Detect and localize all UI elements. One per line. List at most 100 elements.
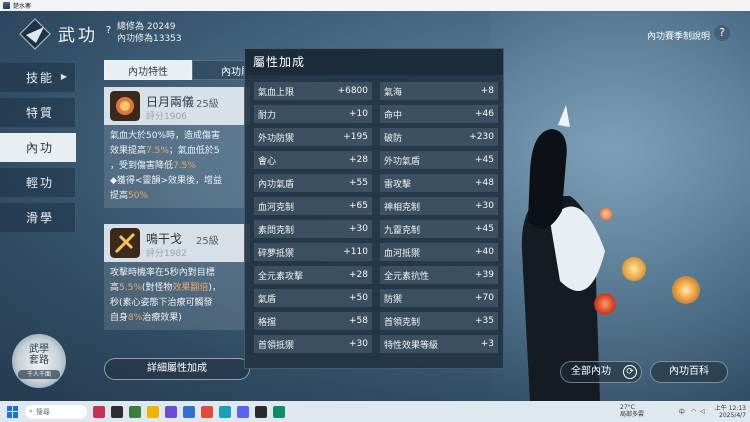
attribute-value: +28	[349, 270, 368, 280]
attribute-row: 內功氣盾 +55	[254, 174, 372, 192]
attribute-name: 全元素抗性	[384, 271, 430, 282]
martial-route-button[interactable]: 武學 套路 千人千面	[12, 334, 66, 388]
taskbar-app-icon[interactable]	[237, 405, 249, 418]
attribute-name: 氣海	[384, 87, 403, 98]
attribute-row: 神相克制 +30	[380, 197, 498, 215]
nav-item-traits[interactable]: 特質	[0, 98, 76, 127]
attribute-value: +8	[480, 86, 494, 96]
date: 2025/4/7	[719, 411, 746, 419]
search-icon: ⌕	[29, 407, 33, 415]
attribute-value: +195	[343, 132, 368, 142]
skill-level: 25級	[196, 99, 219, 110]
taskbar-app-icon[interactable]	[273, 405, 285, 418]
taskbar-app-icon[interactable]	[219, 405, 231, 418]
volume-icon[interactable]: ◁	[700, 408, 705, 415]
attribute-name: 破防	[384, 133, 403, 144]
route-line2: 套路	[29, 355, 49, 366]
martial-arts-emblem-icon	[19, 18, 51, 50]
all-inner-label: 全部內功	[571, 366, 611, 377]
fire-orb	[594, 293, 616, 315]
attribute-row: 素問克制 +30	[254, 220, 372, 238]
attribute-name: 氣盾	[258, 294, 277, 305]
attribute-row: 首領抵禦 +30	[254, 335, 372, 353]
window-title: 楚水寨	[13, 3, 32, 10]
page-title: 武功	[58, 26, 98, 46]
season-rules-link[interactable]: 內功賽季制說明	[647, 29, 710, 42]
attribute-row: 外功氣盾 +45	[380, 151, 498, 169]
attribute-name: 碎夢抵禦	[258, 248, 295, 259]
weather-widget[interactable]: 27°C 局部多雲	[620, 404, 644, 418]
taskbar-app-icon[interactable]	[183, 405, 195, 418]
input-language[interactable]: 中	[679, 407, 685, 416]
nav-item-inner-skill[interactable]: 內功	[0, 133, 76, 162]
attribute-row: 首領克制 +35	[380, 312, 498, 330]
attribute-name: 耐力	[258, 110, 277, 121]
attribute-name: 血河克制	[258, 202, 295, 213]
skill-name: 鳴干戈	[146, 232, 183, 246]
weather-temp: 27°C	[620, 404, 635, 411]
skill-card[interactable]: 日月兩儀 25級 評分1906 氣血大於50%時，造成傷害 效果提高7.5%；氣…	[104, 87, 250, 208]
taskbar-app-icon[interactable]	[147, 405, 159, 418]
taskbar-search[interactable]: ⌕ 搜尋	[25, 404, 87, 419]
attribute-row: 血河抵禦 +40	[380, 243, 498, 261]
nav-item-glide[interactable]: 滑學	[0, 203, 76, 232]
attribute-value: +39	[475, 270, 494, 280]
season-help-icon[interactable]: ?	[714, 25, 730, 41]
all-inner-skills-button[interactable]: 全部內功 ⟳	[560, 361, 642, 383]
fire-orb	[600, 208, 612, 220]
attribute-row: 氣盾 +50	[254, 289, 372, 307]
attribute-value: +70	[475, 293, 494, 303]
attribute-value: +10	[349, 109, 368, 119]
taskbar-app-icon[interactable]	[129, 405, 141, 418]
attribute-row: 血河克制 +65	[254, 197, 372, 215]
attribute-name: 神相克制	[384, 202, 421, 213]
nav-item-lightness[interactable]: 輕功	[0, 168, 76, 197]
attribute-value: +30	[475, 201, 494, 211]
attribute-name: 格擋	[258, 317, 277, 328]
attribute-bonus-panel: 屬性加成 氣血上限 +6800 氣海 +8 耐力 +10 命中 +46 外功防禦 +195 破防 +2…	[244, 48, 504, 369]
sun-moon-skill-icon	[110, 91, 140, 121]
help-icon[interactable]: ?	[102, 24, 115, 37]
time: 上午 12:13	[714, 404, 746, 412]
detailed-attributes-button[interactable]: 詳細屬性加成	[104, 358, 250, 380]
route-subtitle: 千人千面	[18, 370, 60, 379]
wifi-icon[interactable]: ◠	[691, 408, 696, 415]
attribute-value: +48	[475, 178, 494, 188]
attribute-name: 外功氣盾	[384, 156, 421, 167]
taskbar-app-icon[interactable]	[201, 405, 213, 418]
attribute-row: 全元素攻擊 +28	[254, 266, 372, 284]
skill-name: 日月兩儀	[146, 95, 195, 109]
taskbar-app-icon[interactable]	[93, 405, 105, 418]
fire-orb	[622, 257, 646, 281]
attribute-value: +230	[469, 132, 494, 142]
tab-inner-traits[interactable]: 內功特性	[104, 60, 192, 80]
nav-label: 滑學	[26, 211, 55, 225]
attribute-value: +35	[475, 316, 494, 326]
attribute-row: 碎夢抵禦 +110	[254, 243, 372, 261]
chevron-right-icon: ▶	[60, 72, 69, 81]
attribute-row: 破防 +230	[380, 128, 498, 146]
refresh-icon[interactable]: ⟳	[623, 365, 637, 379]
taskbar-app-icon[interactable]	[165, 405, 177, 418]
skill-card[interactable]: 鳴干戈 25級 評分1982 攻擊時機率在5秒內對目標 高5.5%(對怪物效果翻…	[104, 224, 250, 330]
nav-item-skills[interactable]: 技能 ▶	[0, 63, 76, 92]
windows-start-icon[interactable]	[7, 405, 19, 418]
attribute-name: 全元素攻擊	[258, 271, 304, 282]
skill-header: 日月兩儀 25級 評分1906	[104, 87, 250, 125]
inner-skill-wiki-button[interactable]: 內功百科	[650, 361, 728, 383]
os-taskbar: ⌕ 搜尋 27°C 局部多雲 中 ◠ ◁ 上午 12:13 2025/4/7	[0, 401, 750, 422]
attribute-value: +30	[349, 224, 368, 234]
attribute-row: 九靈克制 +45	[380, 220, 498, 238]
skill-description: 攻擊時機率在5秒內對目標 高5.5%(對怪物效果翻倍)， 秒(素心姿態下治療可觸…	[110, 268, 221, 323]
taskbar-app-icon[interactable]	[111, 405, 123, 418]
game-viewport: 武功 ? 總修為 20249 內功修為13353 內功賽季制說明 ? 技能 ▶ …	[0, 11, 750, 401]
attribute-value: +58	[349, 316, 368, 326]
attribute-value: +110	[343, 247, 368, 257]
skill-description: 氣血大於50%時，造成傷害 效果提高7.5%；氣血低於5 ，受到傷害降低7.5%…	[110, 131, 223, 201]
taskbar-app-icon[interactable]	[255, 405, 267, 418]
clock[interactable]: 上午 12:13 2025/4/7	[715, 405, 746, 419]
attribute-value: +40	[475, 247, 494, 257]
panel-title: 屬性加成	[245, 49, 503, 75]
attribute-row: 格擋 +58	[254, 312, 372, 330]
nav-label: 特質	[26, 106, 55, 120]
